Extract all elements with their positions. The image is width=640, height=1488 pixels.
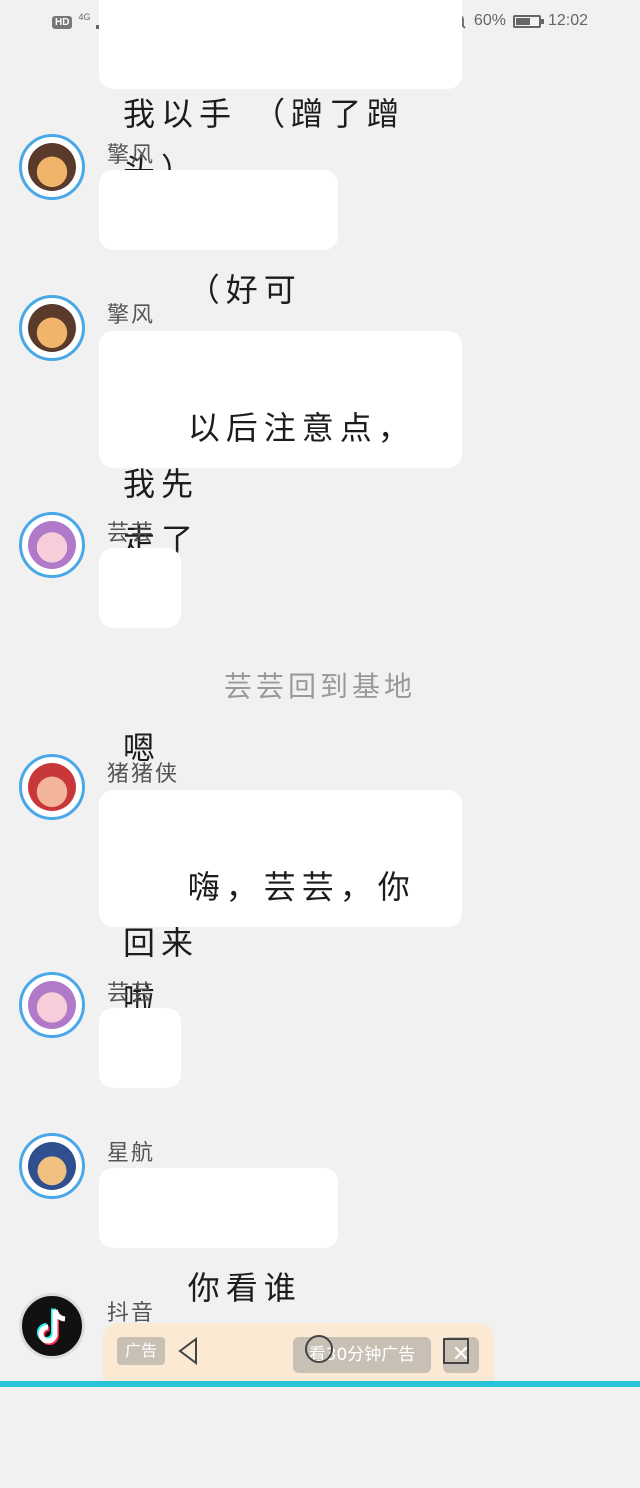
sender-name: 星航 <box>107 1141 156 1166</box>
message-text: 以后注意点，我先 走了 <box>123 409 416 559</box>
zhuzhuxia-avatar[interactable] <box>19 754 85 820</box>
ad-label: 广告 <box>117 1337 166 1365</box>
message-bubble-partial[interactable]: 我以手 （蹭了蹭 头） <box>99 0 462 189</box>
ad-banner[interactable]: 广告 看30分钟广告 ✕ <box>103 1323 494 1387</box>
battery-icon <box>512 14 544 28</box>
message-bubble[interactable]: 你看谁来啦 <box>99 1168 338 1387</box>
sender-name: 芸芸 <box>107 981 156 1006</box>
clock: 12:02 <box>547 12 588 29</box>
message-bubble[interactable]: （好可爱） <box>99 170 338 389</box>
yunyun-avatar[interactable] <box>19 512 85 578</box>
system-message: 芸芸回到基地 <box>223 670 416 703</box>
hd-icon: HD <box>52 15 73 29</box>
network-type: 4G <box>78 12 91 22</box>
message-bubble[interactable]: 嗨，芸芸，你回来 啦 <box>99 790 462 1018</box>
recent-apps-icon[interactable] <box>443 1338 469 1364</box>
xinghang-avatar[interactable] <box>19 1133 85 1199</box>
qingfeng-avatar[interactable] <box>19 134 85 200</box>
battery-percent: 60% <box>473 12 506 29</box>
bottom-strip <box>0 1381 640 1387</box>
message-text: 嗨，芸芸，你回来 啦 <box>123 868 416 1018</box>
sender-name: 擎风 <box>107 303 156 328</box>
sender-name: 擎风 <box>107 143 156 168</box>
douyin-logo-icon <box>37 1308 66 1345</box>
sender-name: 芸芸 <box>107 521 156 546</box>
sender-name: 猪猪侠 <box>107 762 180 787</box>
message-bubble[interactable]: 以后注意点，我先 走了 <box>99 331 462 559</box>
back-icon[interactable] <box>177 1337 199 1365</box>
message-bubble[interactable]: 嗯 <box>99 548 181 767</box>
home-icon[interactable] <box>305 1335 333 1363</box>
yunyun-avatar[interactable] <box>19 972 85 1038</box>
douyin-avatar[interactable] <box>19 1293 85 1359</box>
message-bubble[interactable]: 嗯 <box>99 1008 181 1227</box>
qingfeng-avatar[interactable] <box>19 295 85 361</box>
